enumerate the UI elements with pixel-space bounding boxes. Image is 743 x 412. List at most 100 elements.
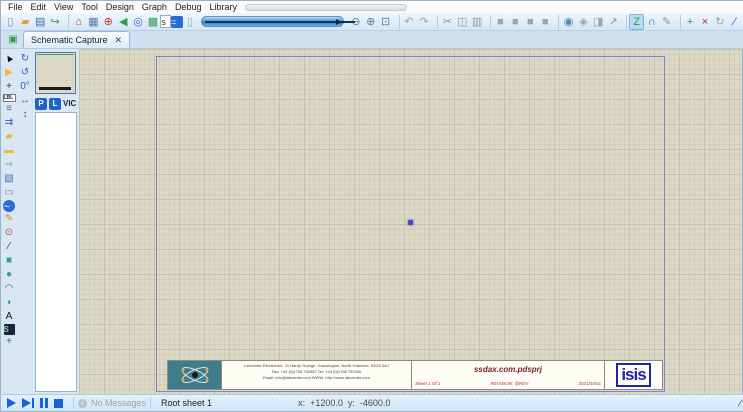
tab-schematic-capture[interactable]: Schematic Capture ✕	[23, 31, 130, 48]
grid-toggle-icon[interactable]: ▦	[86, 14, 101, 30]
block-move-icon[interactable]: ■	[508, 14, 523, 30]
block-rotate-icon[interactable]: ■	[523, 14, 538, 30]
project-name: ssdax.com.pdsprj	[412, 361, 604, 378]
menu-tool[interactable]: Tool	[77, 1, 102, 13]
redraw-icon[interactable]: ⌂	[71, 14, 86, 30]
message-status[interactable]: No Messages	[91, 398, 146, 408]
zoom-area-icon[interactable]: ◎	[131, 14, 146, 30]
template-icon[interactable]: ▯	[183, 14, 198, 30]
make-device-icon[interactable]: ◈	[576, 14, 591, 30]
bus-mode-icon[interactable]: ⇉	[2, 116, 17, 130]
menu-debug[interactable]: Debug	[171, 1, 206, 13]
labcenter-logo	[168, 361, 222, 389]
menu-edit[interactable]: Edit	[27, 1, 51, 13]
subcircuit-mode-icon[interactable]: ▰	[2, 130, 17, 144]
sheet-number: Sheet 1 Of 1	[415, 381, 440, 386]
menu-file[interactable]: File	[4, 1, 27, 13]
circle-2d-mode-icon[interactable]: ●	[2, 268, 17, 282]
main-toolbar: ▯▰▤↪⌂▦⊕◀◎▩s=▯ ⊖⊕⊡↶↷✂◫▥■■■■◉◈◨↗Z∩✎+×↻∕	[1, 13, 743, 31]
decompose-icon[interactable]: ↗	[606, 14, 621, 30]
paste-icon[interactable]: ▥	[470, 14, 485, 30]
statusbar-separator	[150, 397, 151, 409]
play-button[interactable]	[7, 398, 16, 408]
corner-edit-icon: ∕	[739, 398, 741, 408]
rotate-anticlockwise-icon[interactable]: ↺	[18, 66, 33, 80]
separator	[65, 15, 70, 29]
block-delete-icon[interactable]: ■	[538, 14, 553, 30]
x-value: +1200.0	[310, 398, 343, 408]
generator-mode-icon[interactable]: ∼	[3, 200, 15, 212]
menu-library[interactable]: Library	[205, 1, 241, 13]
mirror-horizontal-icon[interactable]: ↔	[18, 94, 33, 108]
origin-icon[interactable]: ⊕	[101, 14, 116, 30]
box-2d-mode-icon[interactable]: ■	[2, 254, 17, 268]
save-icon[interactable]: ▤	[33, 14, 48, 30]
title-capsule	[245, 4, 407, 11]
zoom-in-button[interactable]: ⊕	[363, 14, 378, 30]
mirror-vertical-icon[interactable]: ↕	[18, 108, 33, 122]
zoom-all-icon[interactable]: ▩	[146, 14, 161, 30]
property-assignment-icon[interactable]: ✎	[659, 14, 674, 30]
units-icon[interactable]: =	[171, 16, 182, 28]
snapshot-icon[interactable]: s	[160, 15, 171, 28]
open-folder-icon[interactable]: ▰	[18, 14, 33, 30]
arc-2d-mode-icon[interactable]: ◠	[2, 282, 17, 296]
redo-icon[interactable]: ↷	[416, 14, 431, 30]
goto-sheet-icon[interactable]: ↻	[712, 14, 727, 30]
library-button[interactable]: L	[49, 98, 61, 110]
graph-mode-icon[interactable]: ▧	[2, 172, 17, 186]
text-2d-mode-icon[interactable]: A	[2, 310, 17, 324]
design-explorer-icon[interactable]: ∕	[727, 14, 742, 30]
remove-sheet-icon[interactable]: ×	[697, 14, 712, 30]
statusbar-separator	[73, 397, 74, 409]
block-copy-icon[interactable]: ■	[493, 14, 508, 30]
separator	[395, 15, 400, 29]
pause-button[interactable]	[40, 398, 48, 408]
tab-close-icon[interactable]: ✕	[112, 35, 123, 46]
import-icon[interactable]: ↪	[48, 14, 63, 30]
path-2d-mode-icon[interactable]: ◖	[2, 296, 17, 310]
packaging-tool-icon[interactable]: ◨	[591, 14, 606, 30]
tab-label: Schematic Capture	[31, 35, 108, 45]
tape-recorder-mode-icon[interactable]: ▭	[2, 186, 17, 200]
wire-label-mode-icon[interactable]: LBL	[3, 94, 16, 102]
marker-2d-mode-icon[interactable]: +	[2, 335, 17, 349]
symbol-2d-mode-icon[interactable]: S	[4, 324, 15, 335]
origin-marker	[408, 220, 413, 225]
email-line: Email: info@labcenter.com WWW: http://ww…	[225, 375, 408, 381]
schematic-canvas[interactable]: Labcenter Electronics, 21 Hardy Grange, …	[79, 49, 742, 394]
device-pin-mode-icon[interactable]: ⇒	[2, 158, 17, 172]
search-tag-icon[interactable]: ∩	[644, 14, 659, 30]
separator	[623, 15, 628, 29]
stop-button[interactable]	[54, 399, 63, 408]
step-button[interactable]	[22, 398, 34, 408]
undo-icon[interactable]: ↶	[402, 14, 417, 30]
devices-list[interactable]	[35, 112, 77, 392]
script-mode-icon[interactable]: ≡	[2, 102, 17, 116]
y-label: y:	[348, 398, 355, 408]
zoom-extents-button[interactable]: ⊡	[378, 14, 393, 30]
new-file-icon[interactable]: ▯	[3, 14, 18, 30]
new-sheet-icon[interactable]: +	[683, 14, 698, 30]
menu-design[interactable]: Design	[102, 1, 138, 13]
rotate-clockwise-icon[interactable]: ↻	[18, 52, 33, 66]
junction-mode-icon[interactable]: +	[2, 80, 17, 94]
cut-icon[interactable]: ✂	[440, 14, 455, 30]
menu-view[interactable]: View	[50, 1, 77, 13]
line-2d-mode-icon[interactable]: ∕	[2, 240, 17, 254]
component-mode-icon[interactable]: ▶	[2, 66, 17, 80]
pick-devices-button[interactable]: P	[35, 98, 47, 110]
current-probe-mode-icon[interactable]: ⊙	[2, 226, 17, 240]
zoom-slider[interactable]	[201, 16, 344, 27]
terminal-mode-icon[interactable]: ▬	[2, 144, 17, 158]
pan-icon[interactable]: ◀	[116, 14, 131, 30]
pick-parts-icon[interactable]: ◉	[561, 14, 576, 30]
overview-minimap[interactable]	[35, 52, 76, 94]
pages-icon[interactable]: ▣	[5, 31, 21, 47]
left-panel: ▲▶+LBL≡⇉▰▬⇒▧▭∼✎⊙∕■●◠◖AS+ ↻↺0°↔↕ P L VIC	[1, 49, 79, 394]
copy-icon[interactable]: ◫	[455, 14, 470, 30]
wire-autorouter-icon[interactable]: Z	[629, 14, 644, 30]
menu-graph[interactable]: Graph	[138, 1, 171, 13]
voltage-probe-mode-icon[interactable]: ✎	[2, 212, 17, 226]
selector-header: P L VIC	[35, 97, 77, 110]
